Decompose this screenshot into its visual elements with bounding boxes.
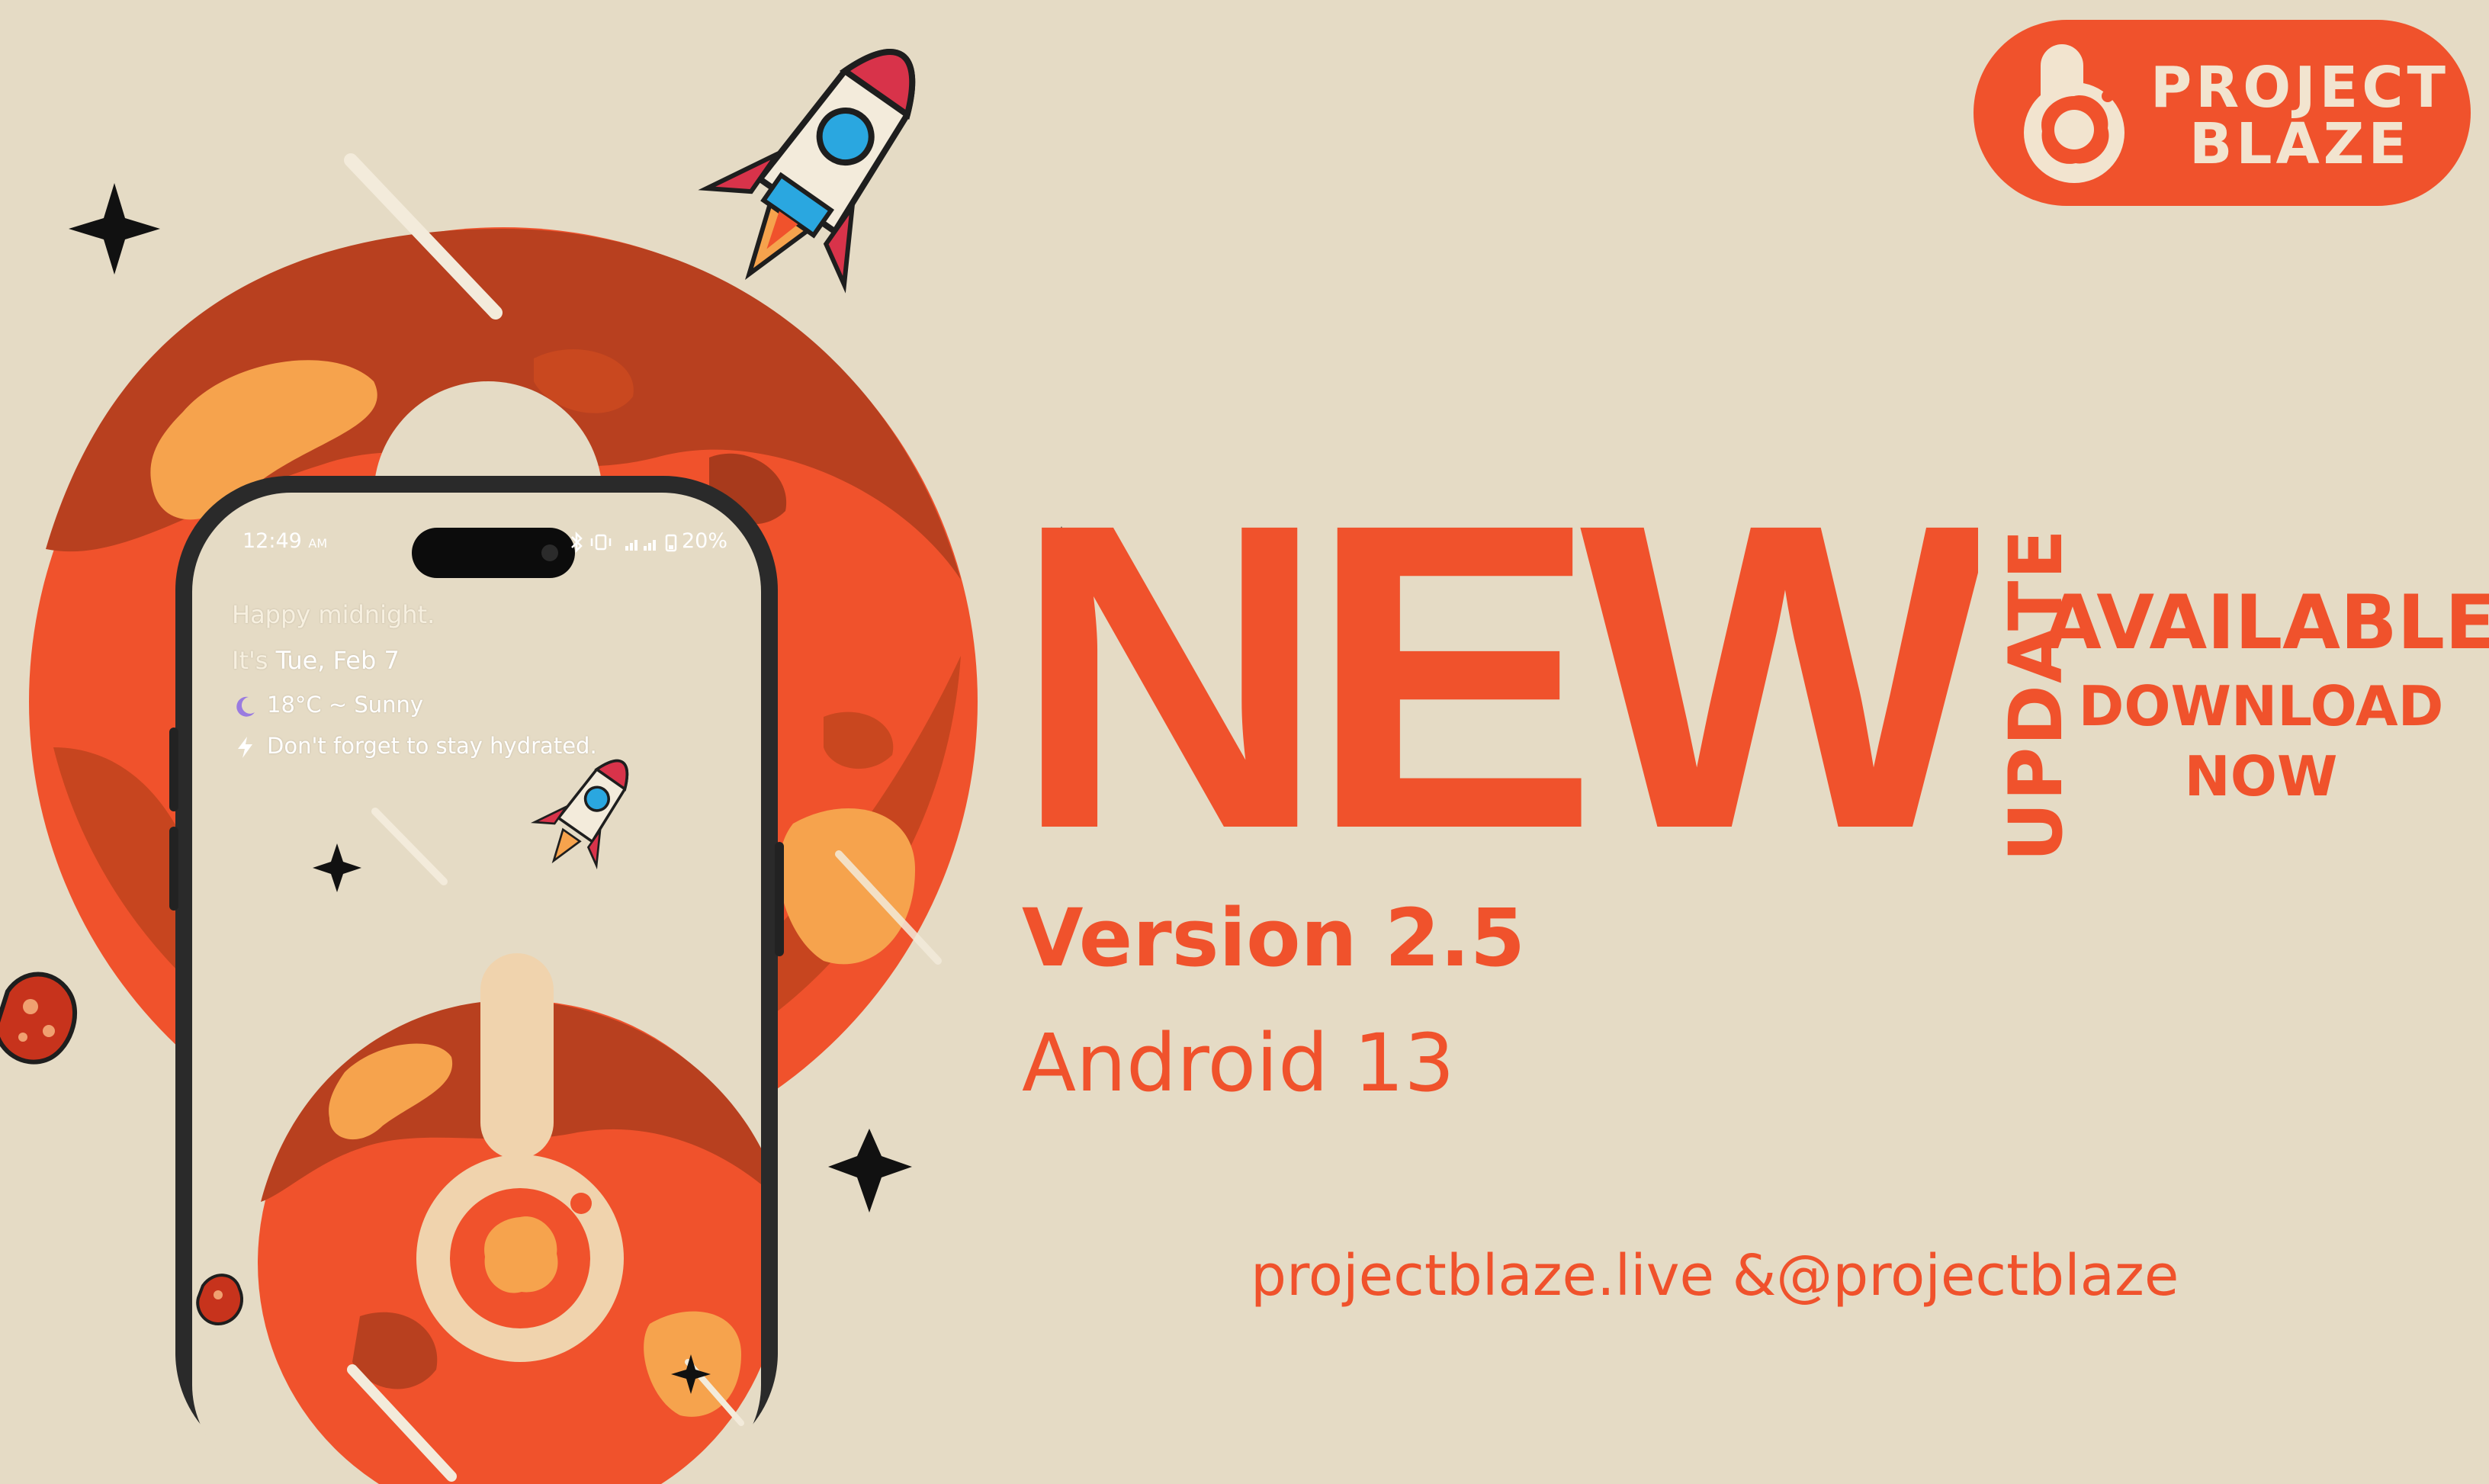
asteroid-icon	[196, 1274, 244, 1326]
phone-power-button	[775, 842, 784, 956]
phone-side-button	[169, 827, 178, 911]
dynamic-island	[412, 528, 575, 578]
weather-text: 18°C ~ Sunny	[267, 692, 424, 718]
sparkle-star-icon	[313, 843, 361, 892]
phone-screen: 12:49 AM 20% Happy midnight. It's Tue, F…	[192, 493, 761, 1484]
download-now-label: DOWNLOAD NOW	[2044, 671, 2478, 811]
logo-line-1: PROJECT	[2150, 55, 2449, 120]
date-prefix: It's	[232, 646, 268, 675]
status-bar-time: 12:49 AM	[242, 526, 327, 559]
sparkle-star-icon	[69, 183, 160, 275]
project-blaze-logo-icon	[2024, 44, 2124, 183]
status-time-ampm: AM	[308, 536, 328, 551]
project-blaze-logo-badge: PROJECT BLAZE	[1974, 20, 2471, 206]
website-and-handle: projectblaze.live &@projectblaze	[1251, 1243, 2179, 1309]
status-bar-icons: 20%	[567, 526, 735, 557]
rocket-icon	[698, 49, 916, 294]
weather-widget[interactable]: 18°C ~ Sunny	[232, 688, 423, 721]
status-icons	[571, 531, 677, 554]
download-line-1: DOWNLOAD	[2078, 674, 2444, 738]
asteroid-icon	[0, 972, 77, 1065]
logo-line-2: BLAZE	[2189, 111, 2411, 177]
bluetooth-icon	[571, 531, 583, 554]
reminder-text: Don't forget to stay hydrated.	[267, 733, 597, 759]
moon-icon	[236, 696, 255, 717]
battery-icon	[665, 534, 677, 552]
battery-percentage: 20%	[682, 529, 728, 553]
bolt-icon	[238, 737, 252, 758]
front-camera	[541, 544, 558, 561]
phone-wallpaper	[196, 760, 761, 1484]
greeting-text: Happy midnight.	[232, 600, 435, 629]
sparkle-star-icon	[828, 1129, 912, 1213]
download-line-2: NOW	[2184, 744, 2338, 808]
signal-icon	[625, 540, 656, 551]
logo-text: PROJECT BLAZE	[2147, 59, 2452, 172]
reminder-widget: Don't forget to stay hydrated.	[232, 729, 597, 763]
wallpaper-planet-illustration	[258, 808, 761, 1484]
version-label: Version 2.5	[1022, 891, 1526, 985]
status-time-value: 12:49	[242, 529, 302, 553]
date-value[interactable]: Tue, Feb 7	[276, 646, 400, 675]
new-headline: NEW	[1013, 497, 1978, 856]
android-version-label: Android 13	[1022, 1017, 1455, 1110]
phone-mockup: 12:49 AM 20% Happy midnight. It's Tue, F…	[169, 476, 784, 1484]
vibrate-icon	[590, 534, 612, 551]
available-label: AVAILABLE	[2044, 580, 2489, 667]
date-widget: It's Tue, Feb 7	[232, 644, 400, 677]
phone-side-button	[169, 728, 178, 811]
